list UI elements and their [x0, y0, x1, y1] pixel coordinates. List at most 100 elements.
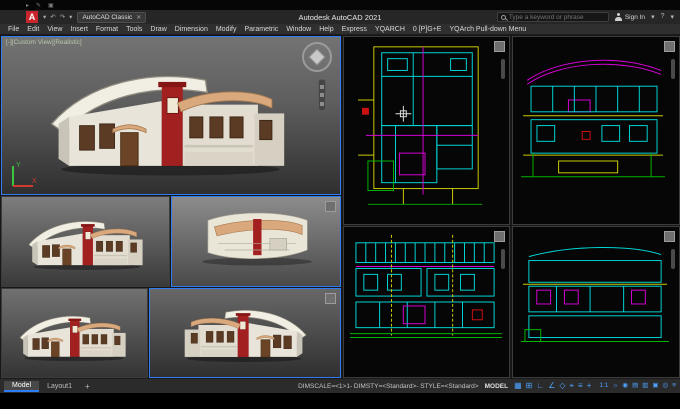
navigation-bar[interactable]: [501, 59, 505, 79]
qat-icon[interactable]: ↷: [60, 13, 65, 21]
qat-icon[interactable]: ↶: [50, 13, 55, 21]
menu-item[interactable]: YQArch Pull-down Menu: [445, 26, 530, 33]
top-strip-icon: ✎: [36, 2, 42, 9]
viewport-render-main[interactable]: [-][Custom View][Realistic] Y X: [1, 36, 341, 195]
top-strip-icon: ▸: [26, 2, 30, 9]
workspace-close-icon[interactable]: ✕: [136, 14, 141, 21]
status-icon-customization[interactable]: ≡: [672, 382, 676, 390]
workspace-label: AutoCAD Classic: [82, 13, 133, 21]
viewport-rear-elevation[interactable]: [512, 226, 680, 378]
house-render: [184, 310, 307, 363]
menu-item[interactable]: 0 [P]G+E: [409, 26, 446, 33]
viewport-controls-label[interactable]: [-][Custom View][Realistic]: [6, 39, 82, 46]
status-icon-isodraft[interactable]: ◇: [559, 382, 565, 390]
add-layout-button[interactable]: +: [80, 382, 95, 391]
elevation-drawing: [521, 59, 665, 178]
navigation-bar[interactable]: [501, 249, 505, 269]
house-render: [201, 212, 313, 266]
menu-item[interactable]: Express: [338, 26, 371, 33]
status-icon-annotation-scale[interactable]: 1:1: [599, 382, 608, 390]
ucs-icon: Y X: [12, 162, 37, 187]
status-icon-isolate[interactable]: ◎: [663, 382, 669, 390]
svg-text:X: X: [32, 178, 37, 185]
viewcube-icon[interactable]: [325, 201, 336, 212]
title-bar: A ▾ ↶ ↷ ▾ AutoCAD Classic ✕ Autodesk AutoCA…: [0, 10, 680, 24]
elevation-drawing: [350, 234, 502, 339]
menu-item[interactable]: Window: [282, 26, 315, 33]
titlebar-icon[interactable]: ▾: [651, 13, 655, 21]
autocad-logo-icon[interactable]: A: [26, 11, 38, 23]
menu-item[interactable]: File: [4, 26, 23, 33]
autocad-window: ▸ ✎ ▣ A ▾ ↶ ↷ ▾ AutoCAD Classic ✕ Autodesk Au…: [0, 0, 680, 409]
status-icon-workspace[interactable]: ☼: [612, 382, 618, 390]
house-render: [19, 315, 126, 362]
navigation-bar[interactable]: [671, 59, 675, 79]
titlebar-icon[interactable]: ▾: [670, 13, 674, 21]
status-icon-snap[interactable]: ⊞: [526, 382, 533, 390]
status-icon-dyninput[interactable]: +: [587, 382, 592, 390]
viewcube-icon[interactable]: [494, 231, 505, 242]
viewport-render-front[interactable]: [1, 288, 148, 378]
menu-bar: File Edit View Insert Format Tools Draw Dimensi…: [0, 24, 680, 35]
drawing-area: [-][Custom View][Realistic] Y X: [0, 35, 680, 378]
tab-layout1[interactable]: Layout1: [39, 382, 80, 391]
search-box[interactable]: [496, 12, 609, 22]
floor-plan-drawing: [358, 46, 483, 205]
viewcube-icon[interactable]: [302, 42, 332, 72]
window-title: Autodesk AutoCAD 2021: [298, 12, 382, 22]
menu-item[interactable]: Tools: [122, 26, 146, 33]
status-icon-grid[interactable]: ▦: [514, 382, 522, 390]
viewport-render-angle[interactable]: [1, 196, 170, 287]
user-icon: [614, 13, 622, 21]
status-icon-ortho[interactable]: ∟: [536, 382, 544, 390]
menu-item[interactable]: Modify: [212, 26, 241, 33]
qat-icon[interactable]: ▾: [69, 13, 72, 21]
menu-item[interactable]: Help: [315, 26, 337, 33]
viewcube-icon[interactable]: [325, 293, 336, 304]
sign-in-label: Sign In: [624, 13, 646, 21]
search-input[interactable]: [508, 13, 605, 21]
viewport-plan[interactable]: [343, 36, 510, 225]
status-icon-lineweight[interactable]: ≡: [578, 382, 583, 390]
viewport-front-elevation[interactable]: [343, 226, 510, 378]
tab-model[interactable]: Model: [4, 380, 40, 392]
menu-item[interactable]: Edit: [23, 26, 43, 33]
titlebar-icons: ▾? ▾: [651, 13, 674, 21]
search-icon: [500, 14, 506, 20]
workspace-switcher[interactable]: AutoCAD Classic ✕: [77, 11, 147, 23]
top-strip-icon: ▣: [48, 2, 54, 9]
elevation-drawing: [521, 246, 670, 342]
viewport-render-perspective[interactable]: [149, 288, 341, 378]
menu-item[interactable]: Format: [92, 26, 122, 33]
dim-style-readout: DIMSCALE=<1>1- DIMSTY=<Standard>- STYLE=…: [298, 382, 479, 390]
bottom-black-strip: [0, 393, 680, 409]
menu-item[interactable]: View: [43, 26, 66, 33]
navigation-bar[interactable]: [671, 249, 675, 269]
menu-item[interactable]: Draw: [146, 26, 170, 33]
status-icon-polar[interactable]: ∠: [548, 382, 555, 390]
menu-item[interactable]: Insert: [66, 26, 92, 33]
status-icon-annotation-monitor[interactable]: ◉: [622, 382, 628, 390]
svg-text:Y: Y: [16, 162, 21, 169]
viewport-render-top[interactable]: [171, 196, 341, 287]
viewcube-icon[interactable]: [494, 41, 505, 52]
menu-item[interactable]: Parametric: [240, 26, 282, 33]
model-space-indicator[interactable]: MODEL: [485, 383, 508, 390]
titlebar-right-cluster: Sign In ▾? ▾: [496, 12, 674, 22]
viewcube-icon[interactable]: [664, 41, 675, 52]
status-icon-quick-properties[interactable]: ▥: [642, 382, 648, 390]
status-right-icons: 1:1 ☼ ◉ ▤ ▥ ▣ ◎ ≡: [599, 382, 676, 390]
status-icon-osnap[interactable]: ⌖: [570, 382, 575, 390]
viewport-side-elevation[interactable]: [512, 36, 680, 225]
status-icon-hardware-accel[interactable]: ▣: [652, 382, 658, 390]
qat-icon[interactable]: ▾: [43, 13, 46, 21]
titlebar-icon[interactable]: ?: [661, 13, 665, 21]
navigation-bar[interactable]: [318, 79, 326, 111]
menu-item[interactable]: Dimension: [171, 26, 212, 33]
status-bar: Model Layout1 + DIMSCALE=<1>1- DIMSTY=<S…: [0, 378, 680, 393]
status-icon-units[interactable]: ▤: [632, 382, 638, 390]
sign-in-button[interactable]: Sign In: [614, 13, 646, 21]
viewcube-icon[interactable]: [664, 231, 675, 242]
house-render: [28, 221, 143, 271]
menu-item[interactable]: YQARCH: [371, 26, 409, 33]
